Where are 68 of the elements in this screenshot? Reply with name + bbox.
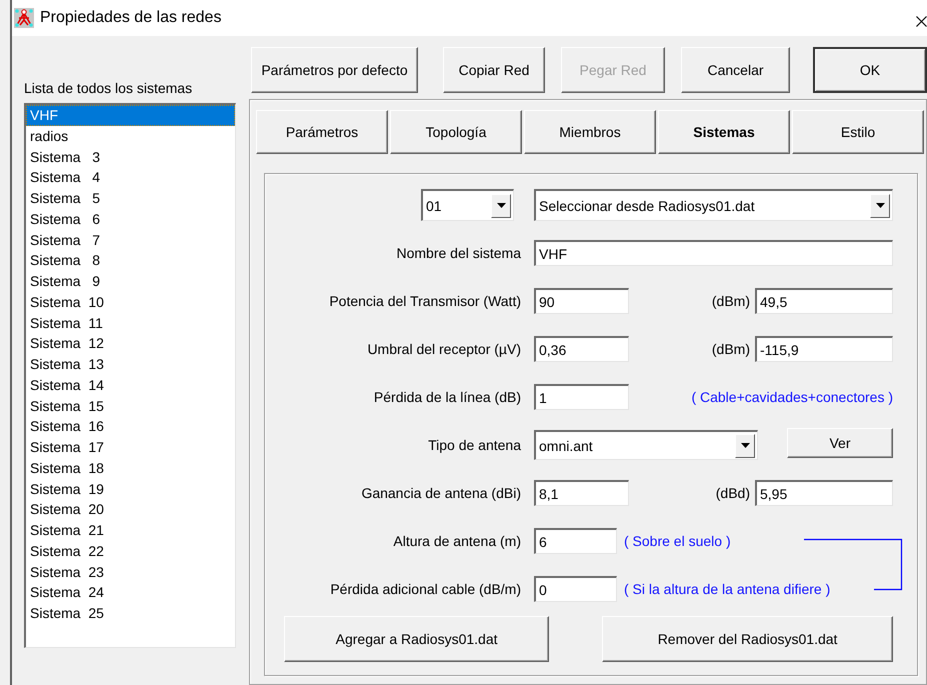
input-field[interactable]: 1 [534, 384, 629, 410]
list-item[interactable]: Sistema 9 [26, 271, 235, 292]
list-item[interactable]: Sistema 4 [26, 167, 235, 188]
list-item[interactable]: Sistema 15 [26, 396, 235, 416]
tab[interactable]: Parámetros [256, 110, 388, 154]
tab[interactable]: Miembros [524, 110, 656, 154]
toolbar-button[interactable]: Parámetros por defecto [251, 47, 418, 93]
action-button[interactable]: Remover del Radiosys01.dat [602, 616, 893, 662]
field-label: Nombre del sistema [396, 245, 521, 261]
unit-label: (dBd) [716, 485, 750, 501]
field-label: Pérdida de la línea (dB) [372, 389, 521, 405]
field-label: Altura de antena (m) [392, 533, 521, 549]
unit-label: (dBm) [712, 341, 750, 357]
close-icon[interactable] [916, 16, 927, 26]
field-label: Tipo de antena [427, 437, 521, 453]
input-field[interactable]: 90 [534, 288, 629, 314]
input-field[interactable]: 0 [534, 576, 617, 602]
list-item[interactable]: Sistema 25 [26, 603, 235, 624]
list-item[interactable]: Sistema 13 [26, 354, 235, 375]
input-field[interactable]: VHF [534, 240, 893, 266]
list-item[interactable]: Sistema 14 [26, 374, 235, 396]
list-item[interactable]: Sistema 17 [26, 437, 235, 458]
antenna-dropdown[interactable]: omni.ant [534, 430, 758, 460]
list-item[interactable]: Sistema 7 [26, 230, 235, 250]
list-item[interactable]: radios [26, 126, 235, 146]
number-dropdown[interactable]: 01 [421, 189, 514, 221]
window-title: Propiedades de las redes [40, 9, 222, 27]
input-field[interactable]: 0,36 [534, 336, 629, 362]
list-item[interactable]: Sistema 8 [26, 250, 235, 271]
field-label: Potencia del Transmisor (Watt) [328, 293, 521, 309]
field-label: Umbral del receptor (µV) [366, 341, 521, 357]
list-item[interactable]: Sistema 12 [26, 333, 235, 354]
hint-text: ( Cable+cavidades+conectores ) [691, 389, 893, 405]
hint-text: ( Sobre el suelo ) [624, 533, 731, 549]
list-item[interactable]: Sistema 23 [26, 562, 235, 582]
list-item[interactable]: Sistema 21 [26, 520, 235, 541]
input-field[interactable]: -115,9 [755, 336, 893, 362]
source-dropdown[interactable]: Seleccionar desde Radiosys01.dat [534, 189, 893, 221]
unit-label: (dBm) [712, 293, 750, 309]
toolbar-button[interactable]: OK [813, 47, 927, 93]
systems-list[interactable] [24, 103, 236, 648]
list-item[interactable]: Sistema 16 [26, 416, 235, 437]
field-label: Pérdida adicional cable (dB/m) [329, 581, 521, 597]
input-field[interactable]: 8,1 [534, 480, 629, 506]
list-item[interactable]: Sistema 6 [26, 208, 235, 230]
list-item[interactable]: VHF [26, 105, 235, 126]
hint-text: ( Si la altura de la antena difiere ) [624, 581, 830, 597]
list-item[interactable]: Sistema 18 [26, 458, 235, 478]
tab[interactable]: Sistemas [658, 110, 790, 154]
view-button[interactable]: Ver [787, 428, 893, 458]
tab[interactable]: Topología [390, 110, 522, 154]
tab[interactable]: Estilo [792, 110, 924, 154]
list-item[interactable]: Sistema 11 [26, 312, 235, 334]
field-label: Ganancia de antena (dBi) [360, 485, 521, 501]
input-field[interactable]: 49,5 [755, 288, 893, 314]
list-item[interactable]: Sistema 22 [26, 540, 235, 562]
action-button[interactable]: Agregar a Radiosys01.dat [284, 616, 550, 662]
input-field[interactable]: 5,95 [755, 480, 893, 506]
list-item[interactable]: Sistema 3 [26, 146, 235, 168]
toolbar-button[interactable]: Cancelar [681, 47, 790, 93]
toolbar-button[interactable]: Copiar Red [443, 47, 545, 93]
list-item[interactable]: Sistema 10 [26, 292, 235, 312]
list-item[interactable]: Sistema 24 [26, 582, 235, 603]
input-field[interactable]: 6 [534, 528, 617, 554]
list-item[interactable]: Sistema 5 [26, 188, 235, 209]
list-label: Lista de todos los sistemas [24, 80, 194, 96]
list-item[interactable]: Sistema 19 [26, 478, 235, 500]
list-item[interactable]: Sistema 20 [26, 499, 235, 520]
